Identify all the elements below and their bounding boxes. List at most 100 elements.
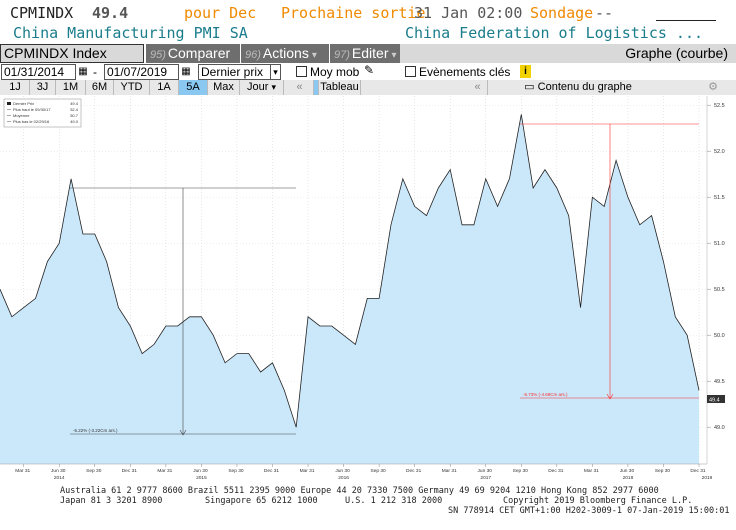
period-max[interactable]: Max	[208, 80, 240, 95]
collapse-right-icon[interactable]: «	[468, 80, 488, 95]
period-bar: 1J 3J 1M 6M YTD 1A 5A Max Jour ▾ « Table…	[0, 80, 736, 95]
right-drop-label: -5.73% (-4.69Cm ars.)	[523, 392, 568, 397]
y-tick-label: 51.5	[714, 195, 725, 201]
footer-contacts-line: Australia 61 2 9777 8600 Brazil 5511 239…	[60, 486, 659, 496]
security-header-row: CPMINDX 49.4 pour Dec Prochaine sortie 3…	[0, 4, 736, 24]
x-tick-label: Mar 31	[584, 468, 599, 474]
edit-number: 97)	[334, 49, 350, 61]
chart-legend: Dernier Prix 49.4 Plus haut le 09/30/17 52.…	[3, 98, 82, 128]
legend-swatch	[7, 102, 11, 105]
index-name: China Manufacturing PMI SA	[13, 24, 248, 42]
footer-japan: Japan 81 3 3201 8900	[60, 496, 163, 506]
edit-dropdown-icon: ▾	[391, 50, 397, 61]
period-1m[interactable]: 1M	[56, 80, 86, 95]
legend-value: 52.4	[70, 107, 79, 112]
period-ytd[interactable]: YTD	[114, 80, 150, 95]
chart-content-button[interactable]: ▭ Contenu du graphe	[488, 80, 668, 95]
x-tick-label: Dec 31	[264, 468, 280, 474]
table-tab[interactable]: Tableau	[319, 80, 361, 95]
x-tick-label: Jun 30	[478, 468, 493, 474]
legend-value: 49.4	[70, 101, 79, 106]
compare-number: 95)	[150, 49, 166, 61]
edit-button[interactable]: 97) Editer ▾	[330, 44, 400, 63]
x-tick-label: Mar 31	[442, 468, 457, 474]
toolbar: CPMINDX Index 95) Comparer 96) Actions ▾ 97…	[0, 44, 736, 63]
data-source: China Federation of Logistics ...	[405, 24, 704, 42]
x-tick-label: Dec 31	[690, 468, 706, 474]
period-label: pour Dec	[184, 4, 257, 22]
chart-content-label: Contenu du graphe	[537, 81, 632, 93]
frequency-select[interactable]: Jour ▾	[240, 80, 284, 95]
period-5a[interactable]: 5A	[179, 80, 208, 95]
start-calendar-icon[interactable]: ▦	[77, 64, 89, 80]
actions-number: 96)	[245, 49, 261, 61]
x-tick-label: Dec 31	[406, 468, 422, 474]
next-release-date: 31 Jan 02:00	[414, 4, 523, 22]
x-tick-label: Sep 30	[655, 468, 671, 474]
footer: Australia 61 2 9777 8600 Brazil 5511 239…	[0, 482, 736, 530]
footer-copyright: Copyright 2019 Bloomberg Finance L.P.	[503, 496, 693, 506]
y-tick-label: 49.5	[714, 379, 725, 385]
legend-label: Moyenne	[13, 113, 30, 118]
date-separator: -	[93, 65, 97, 79]
x-tick-label: Mar 31	[300, 468, 315, 474]
index-name-row: China Manufacturing PMI SA China Federat…	[0, 24, 736, 44]
start-date-field[interactable]: 01/31/2014	[1, 64, 76, 80]
compare-button[interactable]: 95) Comparer	[146, 44, 240, 63]
actions-button[interactable]: 96) Actions ▾	[241, 44, 329, 63]
y-tick-label: 52.0	[714, 149, 725, 155]
x-tick-label: Mar 31	[157, 468, 172, 474]
x-tick-label: Jun 30	[620, 468, 635, 474]
moy-mob-checkbox[interactable]	[296, 66, 307, 77]
settings-gear-icon[interactable]: ⚙	[690, 80, 736, 95]
last-value: 49.4	[92, 4, 129, 22]
x-tick-label: Dec 31	[548, 468, 564, 474]
x-year-label: 2015	[196, 475, 207, 481]
info-icon[interactable]: i	[520, 65, 531, 78]
edit-label: Editer	[351, 45, 389, 61]
period-3j[interactable]: 3J	[30, 80, 56, 95]
events-checkbox[interactable]	[405, 66, 416, 77]
y-tick-label: 51.0	[714, 241, 725, 247]
x-year-label: 2014	[54, 475, 65, 481]
end-date-field[interactable]: 01/07/2019	[104, 64, 179, 80]
actions-label: Actions	[262, 45, 309, 61]
x-tick-label: Jun 30	[193, 468, 208, 474]
x-tick-label: Jun 30	[335, 468, 350, 474]
survey-label: Sondage	[530, 4, 594, 22]
security-field[interactable]: CPMINDX Index	[0, 44, 144, 63]
moy-mob-label: Moy mob	[310, 65, 360, 79]
x-tick-label: Jun 30	[51, 468, 66, 474]
legend-value: 50.7	[70, 113, 79, 118]
y-tick-label: 52.5	[714, 103, 725, 109]
compare-label: Comparer	[167, 45, 231, 61]
left-drop-label: -5.22% (-3.22Cm ars.)	[73, 428, 118, 433]
price-type-select[interactable]: Dernier prix	[198, 64, 271, 80]
footer-us: U.S. 1 212 318 2000	[345, 496, 443, 506]
graph-type-label: Graphe (courbe)	[400, 44, 736, 63]
period-1j[interactable]: 1J	[1, 80, 30, 95]
y-tick-label: 49.0	[714, 425, 725, 431]
survey-underline	[656, 20, 716, 21]
collapse-left-icon[interactable]: «	[286, 80, 314, 95]
chart-content-icon: ▭	[524, 81, 535, 93]
end-calendar-icon[interactable]: ▦	[180, 64, 192, 80]
footer-session: SN 778914 CET GMT+1:00 H202-3009-1 07-Ja…	[448, 506, 730, 516]
ticker-label: CPMINDX	[10, 4, 74, 22]
legend-label: Dernier Prix	[13, 101, 34, 106]
x-year-label: 2017	[480, 475, 491, 481]
x-year-label: 2018	[623, 475, 634, 481]
actions-dropdown-icon: ▾	[311, 50, 317, 61]
frequency-label: Jour	[247, 81, 269, 93]
x-tick-label: Mar 31	[15, 468, 30, 474]
price-type-dropdown-icon[interactable]: ▾	[270, 64, 281, 80]
legend-value: 49.0	[70, 119, 79, 124]
x-tick-label: Sep 30	[513, 468, 529, 474]
y-tick-label: 50.0	[714, 333, 725, 339]
legend-label: Plus bas le 02/29/16	[13, 119, 50, 124]
events-label: Evènements clés	[419, 65, 511, 79]
survey-value: --	[595, 4, 614, 22]
period-1a[interactable]: 1A	[150, 80, 179, 95]
pencil-icon[interactable]: ✎	[364, 63, 374, 77]
period-6m[interactable]: 6M	[86, 80, 114, 95]
